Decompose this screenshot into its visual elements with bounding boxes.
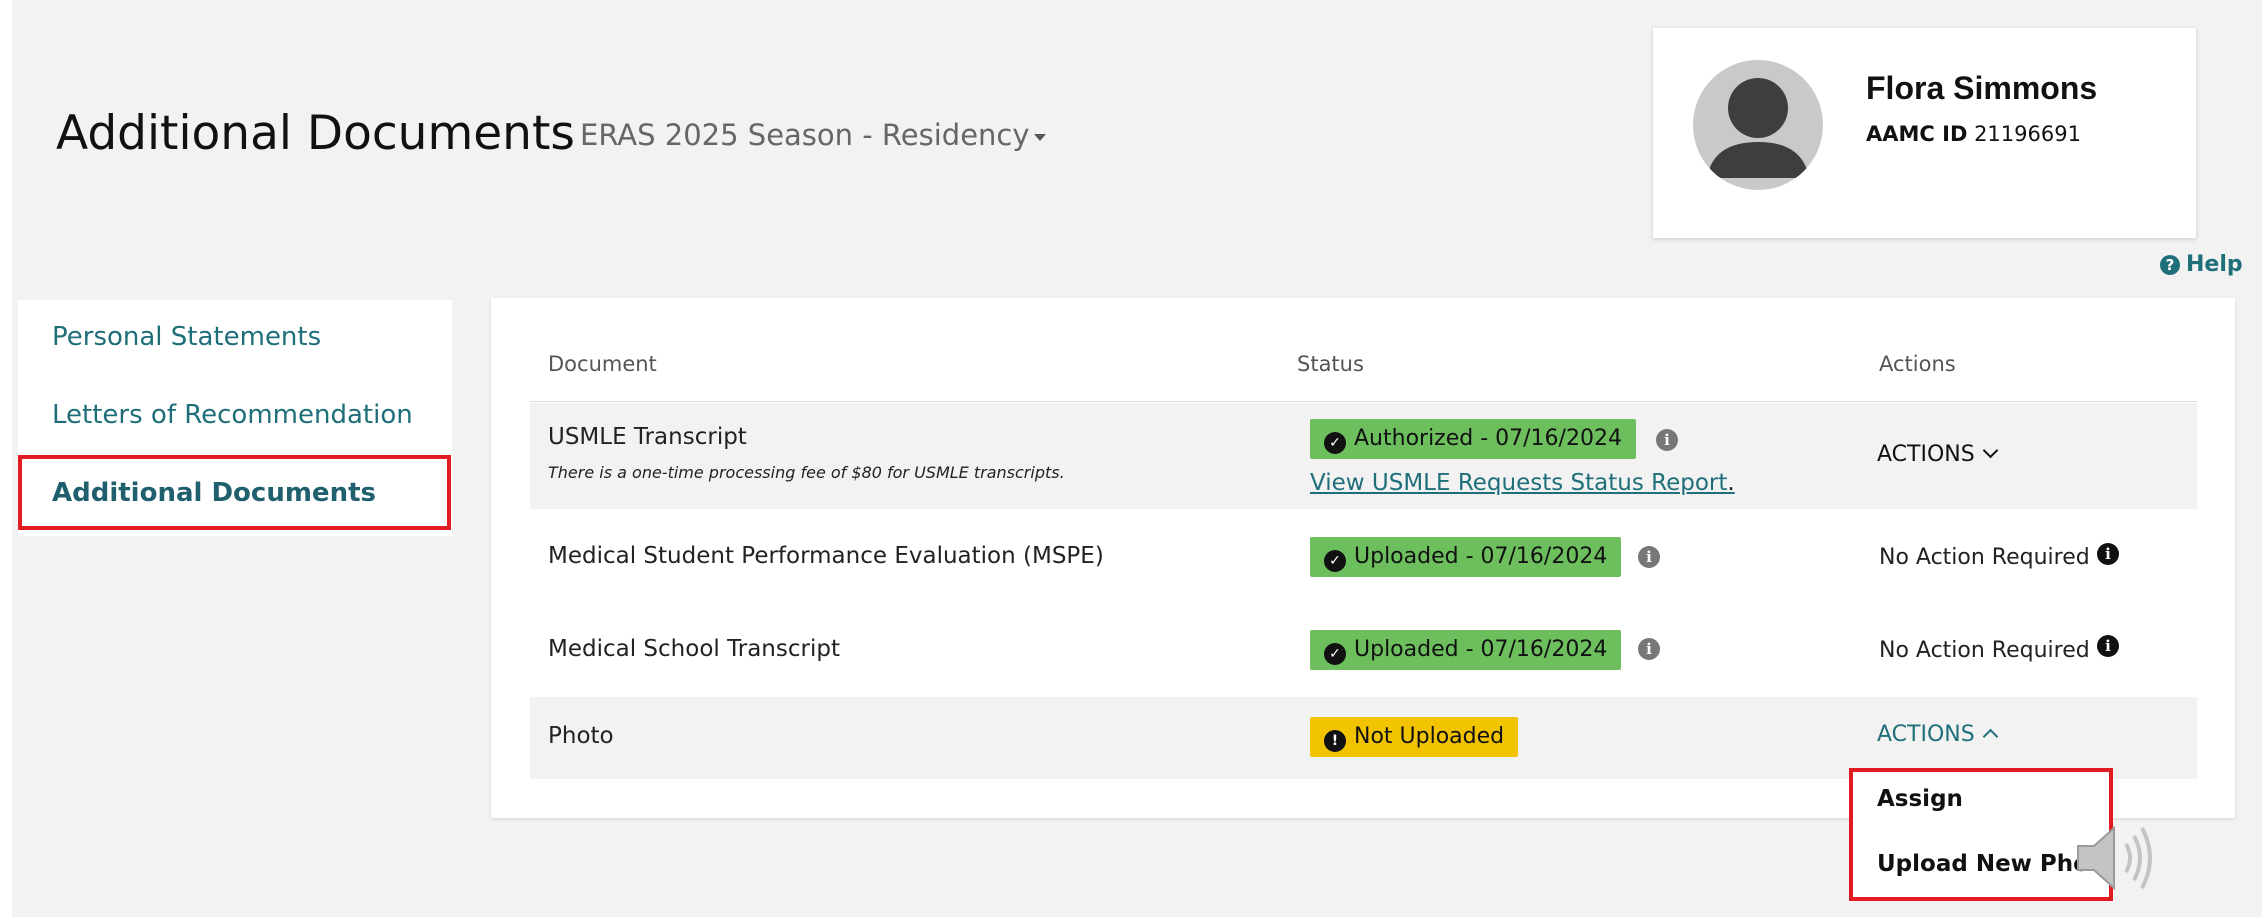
help-label: Help — [2186, 252, 2243, 277]
sidebar-item-personal-statements[interactable]: Personal Statements — [52, 322, 321, 352]
document-name: USMLE Transcript — [548, 424, 747, 450]
exclamation-circle-icon: ! — [1324, 730, 1346, 752]
actions-button[interactable]: ACTIONS — [1877, 442, 1998, 467]
column-header-actions: Actions — [1879, 352, 1956, 376]
aamc-id-value: 21196691 — [1974, 122, 2081, 146]
actions-button[interactable]: ACTIONS — [1877, 722, 1998, 747]
document-name: Photo — [548, 723, 614, 749]
check-circle-icon: ✓ — [1324, 550, 1346, 572]
caret-down-icon — [1033, 133, 1046, 141]
question-circle-icon: ? — [2160, 255, 2180, 275]
status-badge: ✓ Uploaded - 07/16/2024 — [1310, 630, 1622, 670]
chevron-up-icon — [1982, 728, 1998, 745]
decorative-arcs — [600, 0, 1400, 4]
avatar — [1693, 60, 1823, 190]
profile-name: Flora Simmons — [1866, 70, 2098, 106]
status-badge: ! Not Uploaded — [1310, 717, 1519, 757]
check-circle-icon: ✓ — [1324, 432, 1346, 454]
status-badge: ✓ Authorized - 07/16/2024 — [1310, 419, 1636, 459]
column-header-document: Document — [548, 352, 657, 376]
document-name: Medical School Transcript — [548, 636, 840, 662]
info-icon[interactable]: i — [1638, 638, 1660, 660]
header-divider — [530, 401, 2197, 402]
aamc-id: AAMC ID 21196691 — [1866, 122, 2081, 146]
actions-button-label: ACTIONS — [1877, 442, 1975, 467]
actions-button-label: ACTIONS — [1877, 722, 1975, 747]
status-badge-label: Uploaded - 07/16/2024 — [1354, 637, 1608, 662]
info-icon[interactable]: i — [1656, 429, 1678, 451]
usmle-status-report-label: View USMLE Requests Status Report — [1310, 470, 1728, 496]
user-silhouette-icon — [1707, 78, 1809, 178]
check-circle-icon: ✓ — [1324, 643, 1346, 665]
document-name: Medical Student Performance Evaluation (… — [548, 543, 1104, 569]
info-icon[interactable]: i — [2097, 635, 2119, 657]
column-header-status: Status — [1297, 352, 1364, 376]
season-dropdown[interactable]: ERAS 2025 Season - Residency — [580, 118, 1046, 152]
help-link[interactable]: ? Help — [2160, 252, 2243, 277]
no-action-text: No Action Required — [1879, 638, 2090, 663]
profile-card: Flora Simmons AAMC ID 21196691 — [1653, 28, 2196, 238]
no-action-text: No Action Required — [1879, 545, 2090, 570]
info-icon[interactable]: i — [2097, 543, 2119, 565]
speaker-icon[interactable] — [2072, 818, 2162, 898]
chevron-down-icon — [1982, 442, 1998, 459]
sidebar-item-letters-of-recommendation[interactable]: Letters of Recommendation — [52, 400, 413, 430]
document-note: There is a one-time processing fee of $8… — [548, 463, 1065, 482]
usmle-status-report-link[interactable]: View USMLE Requests Status Report. — [1310, 470, 1735, 496]
info-icon[interactable]: i — [1638, 546, 1660, 568]
period: . — [1727, 470, 1735, 496]
season-dropdown-label: ERAS 2025 Season - Residency — [580, 118, 1030, 152]
highlight-box — [18, 455, 451, 530]
status-badge-label: Uploaded - 07/16/2024 — [1354, 544, 1608, 569]
aamc-id-label: AAMC ID — [1866, 122, 1968, 146]
page-title: Additional Documents — [56, 106, 575, 161]
menu-item-assign[interactable]: Assign — [1877, 786, 1963, 812]
status-badge-label: Authorized - 07/16/2024 — [1354, 426, 1622, 451]
status-badge-label: Not Uploaded — [1354, 724, 1505, 749]
status-badge: ✓ Uploaded - 07/16/2024 — [1310, 537, 1622, 577]
